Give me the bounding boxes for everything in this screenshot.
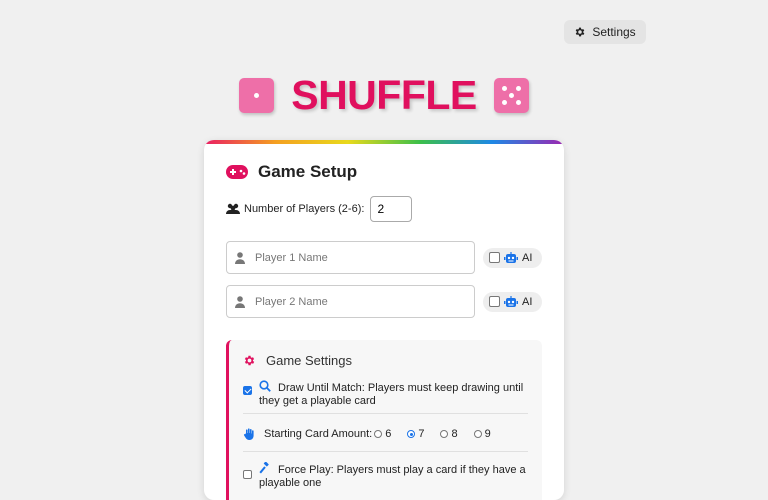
player-1-row: AI	[226, 241, 542, 274]
starting-card-amount-radios: 6 7 8 9	[374, 428, 507, 440]
settings-label: Settings	[592, 25, 636, 39]
number-of-players-label: Number of Players (2-6):	[244, 203, 365, 215]
draw-until-match-label: Draw Until Match: Players must keep draw…	[259, 382, 524, 407]
settings-button[interactable]: Settings	[564, 20, 646, 44]
player-1-name-field[interactable]	[226, 241, 475, 274]
user-icon	[235, 251, 245, 264]
starting-cards-value-6: 6	[385, 428, 392, 440]
starting-cards-value-9: 9	[484, 428, 491, 440]
player-1-name-input[interactable]	[253, 250, 457, 265]
hand-icon	[243, 428, 254, 440]
gavel-icon	[259, 461, 269, 474]
cog-icon	[244, 355, 255, 366]
die-five-icon	[493, 77, 529, 113]
player-1-ai-checkbox[interactable]	[489, 252, 500, 263]
player-2-ai-checkbox[interactable]	[489, 296, 500, 307]
force-play-option: Force Play: Players must play a card if …	[243, 461, 528, 490]
starting-cards-radio-6[interactable]	[374, 430, 383, 438]
starting-cards-option-7[interactable]: 7	[407, 428, 424, 440]
robot-icon	[504, 251, 518, 263]
starting-cards-radio-9[interactable]	[473, 430, 482, 438]
player-1-ai-label: AI	[522, 251, 533, 264]
force-play-label: Force Play: Players must play a card if …	[259, 464, 526, 489]
game-settings-header: Game Settings	[243, 353, 352, 368]
force-play-checkbox[interactable]	[243, 470, 252, 479]
robot-icon	[504, 295, 518, 307]
starting-card-amount-option: Starting Card Amount: 6 7 8 9	[243, 428, 528, 440]
app-title: SHUFFLE	[291, 71, 477, 118]
starting-cards-option-6[interactable]: 6	[374, 428, 391, 440]
settings-divider	[243, 413, 528, 414]
game-settings-panel: Game Settings Draw Until Match: Players …	[226, 340, 542, 500]
gear-icon	[576, 27, 585, 37]
starting-card-amount-label: Starting Card Amount:	[264, 428, 373, 440]
draw-until-match-option: Draw Until Match: Players must keep draw…	[243, 380, 528, 408]
users-icon	[226, 203, 240, 214]
player-2-row: AI	[226, 285, 542, 318]
starting-cards-option-8[interactable]: 8	[440, 428, 458, 440]
player-2-ai-label: AI	[522, 295, 533, 308]
player-2-name-input[interactable]	[253, 294, 457, 309]
title-row: SHUFFLE	[0, 72, 768, 118]
number-of-players-input[interactable]	[370, 196, 413, 222]
starting-cards-option-9[interactable]: 9	[473, 428, 491, 440]
starting-cards-radio-7[interactable]	[407, 430, 416, 438]
rainbow-accent-bar	[204, 140, 564, 144]
player-2-ai-toggle[interactable]: AI	[483, 291, 542, 312]
draw-until-match-checkbox[interactable]	[243, 386, 252, 395]
die-one-icon	[239, 77, 275, 113]
game-setup-header: Game Setup	[226, 162, 357, 182]
player-1-ai-toggle[interactable]: AI	[483, 247, 542, 268]
game-setup-title: Game Setup	[258, 162, 358, 181]
starting-cards-value-8: 8	[451, 428, 458, 440]
number-of-players-row: Number of Players (2-6):	[226, 196, 413, 222]
player-2-name-field[interactable]	[226, 285, 475, 318]
user-icon	[235, 295, 245, 308]
starting-cards-value-7: 7	[418, 428, 425, 440]
starting-cards-radio-8[interactable]	[440, 430, 449, 438]
game-settings-title: Game Settings	[266, 353, 352, 368]
gamepad-icon	[226, 165, 248, 179]
game-setup-card: Game Setup Number of Players (2-6): 2 Pl…	[204, 140, 564, 500]
search-icon	[259, 380, 271, 392]
settings-divider	[243, 451, 528, 452]
